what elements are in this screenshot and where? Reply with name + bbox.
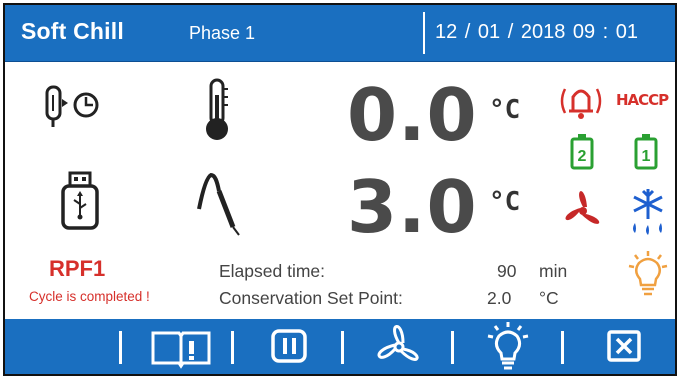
usb-drive-icon[interactable] — [57, 170, 103, 232]
toolbar-separator — [561, 331, 564, 364]
probe-2-icon[interactable]: 2 — [570, 132, 594, 170]
program-name: RPF1 — [49, 256, 106, 281]
alarm-bell-icon[interactable] — [553, 81, 609, 121]
pause-icon[interactable] — [245, 319, 335, 374]
header-divider — [423, 12, 425, 54]
phase-label: Phase 1 — [189, 23, 256, 43]
chamber-temperature-value: 0.0 — [347, 73, 478, 157]
defrost-snowflake-icon[interactable] — [623, 185, 673, 237]
bottom-toolbar — [5, 319, 675, 374]
probe-temperature-value: 3.0 — [347, 165, 478, 249]
probe-temperature-unit: °C — [489, 187, 521, 217]
haccp-label[interactable]: HACCP — [616, 91, 669, 109]
toolbar-separator — [119, 331, 122, 364]
fan-icon[interactable] — [355, 319, 445, 374]
core-probe-icon — [197, 172, 240, 236]
elapsed-time-unit: min — [539, 261, 568, 281]
probe-timer-icon — [45, 85, 99, 127]
toolbar-separator — [451, 331, 454, 364]
date-time: 12 / 01 / 2018 09 : 01 — [435, 21, 639, 43]
light-bulb-status-icon[interactable] — [627, 249, 669, 299]
setpoint-unit: °C — [539, 288, 559, 308]
cycle-status-message: Cycle is completed ! — [29, 289, 150, 304]
probe-1-icon[interactable]: 1 — [634, 132, 658, 170]
probe-1-number: 1 — [642, 148, 651, 165]
cycle-title: Soft Chill — [21, 18, 124, 44]
setpoint-value: 2.0 — [487, 288, 512, 308]
setpoint-label: Conservation Set Point: — [219, 288, 403, 308]
elapsed-time-value: 90 — [497, 261, 517, 281]
light-bulb-icon[interactable] — [465, 319, 551, 374]
probe-2-number: 2 — [578, 148, 587, 165]
manual-book-icon[interactable] — [135, 319, 227, 374]
toolbar-separator — [231, 331, 234, 364]
thermometer-icon — [206, 78, 228, 140]
controller-screen: Soft Chill Phase 1 12 / 01 / 2018 09 : 0… — [3, 3, 677, 376]
toolbar-separator — [341, 331, 344, 364]
elapsed-time-label: Elapsed time: — [219, 261, 326, 281]
chamber-temperature-unit: °C — [489, 95, 521, 125]
close-icon[interactable] — [579, 319, 669, 374]
header-bar: Soft Chill Phase 1 12 / 01 / 2018 09 : 0… — [5, 5, 675, 62]
evaporator-fan-icon[interactable] — [555, 185, 611, 237]
